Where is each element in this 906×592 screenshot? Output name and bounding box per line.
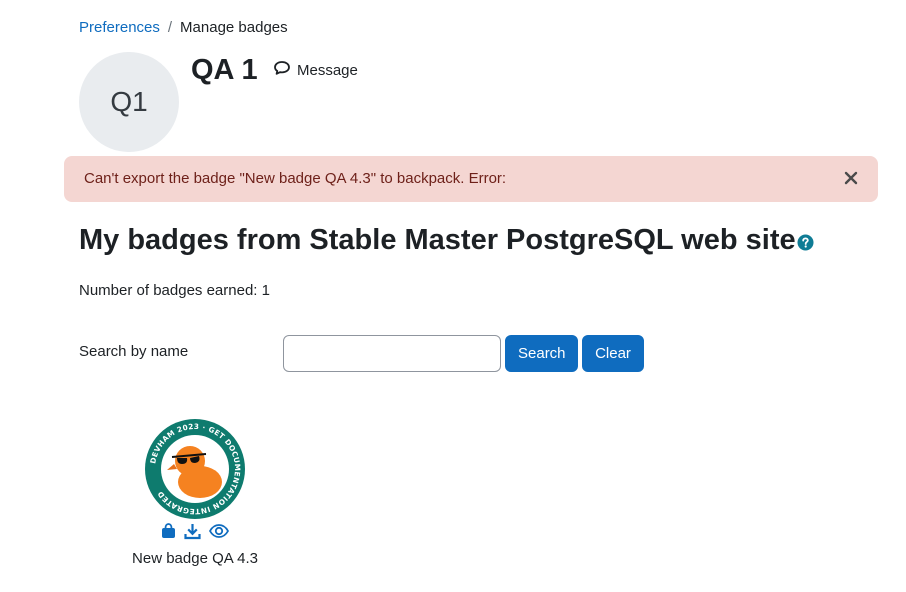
avatar-initials: Q1: [110, 86, 148, 117]
page-title: My badges from Stable Master PostgreSQL …: [79, 218, 814, 262]
help-icon[interactable]: [797, 222, 814, 262]
breadcrumb-separator: /: [167, 19, 173, 36]
backpack-icon[interactable]: [161, 523, 176, 539]
badge-name[interactable]: New badge QA 4.3: [120, 549, 270, 569]
clear-button[interactable]: Clear: [582, 335, 644, 372]
close-icon[interactable]: [842, 169, 860, 187]
alert-text: Can't export the badge "New badge QA 4.3…: [84, 170, 507, 187]
eye-icon[interactable]: [209, 524, 229, 538]
badge-image[interactable]: DEVHAM 2023 · GET DOCUMENTATION INTEGRAT…: [120, 418, 270, 520]
user-name: QA 1: [191, 54, 258, 86]
message-icon: [273, 60, 291, 82]
badge-item: DEVHAM 2023 · GET DOCUMENTATION INTEGRAT…: [120, 418, 270, 569]
message-button[interactable]: Message: [273, 60, 358, 82]
search-button[interactable]: Search: [505, 335, 578, 372]
badge-count: Number of badges earned: 1: [79, 282, 270, 299]
page-title-text: My badges from Stable Master PostgreSQL …: [79, 224, 796, 256]
error-alert: Can't export the badge "New badge QA 4.3…: [64, 156, 878, 202]
message-label: Message: [297, 62, 358, 79]
avatar[interactable]: Q1: [79, 52, 179, 152]
breadcrumb: Preferences / Manage badges: [79, 18, 288, 38]
breadcrumb-current: Manage badges: [180, 19, 288, 36]
breadcrumb-preferences-link[interactable]: Preferences: [79, 18, 160, 38]
search-input[interactable]: [283, 335, 501, 372]
badge-actions: [120, 520, 270, 542]
download-icon[interactable]: [184, 523, 201, 540]
search-label: Search by name: [79, 343, 189, 360]
